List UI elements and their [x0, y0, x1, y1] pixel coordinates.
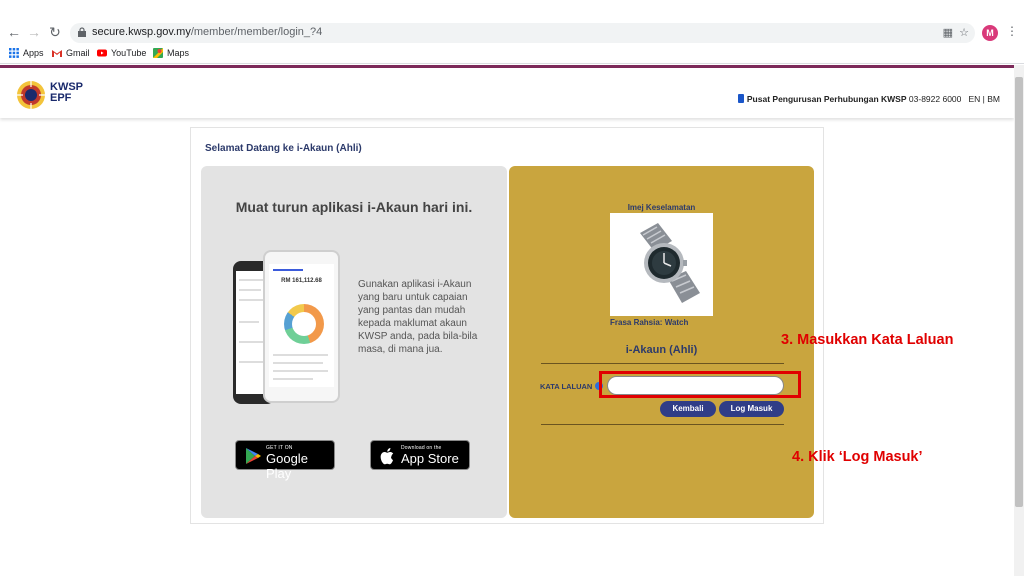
watch-image — [640, 223, 700, 303]
page-scrollbar[interactable] — [1014, 65, 1024, 576]
annotation-step-4: 4. Klik ‘Log Masuk’ — [792, 449, 923, 465]
app-promo-panel: Muat turun aplikasi i-Akaun hari ini. RM… — [201, 166, 507, 518]
bookmark-youtube[interactable]: YouTube — [97, 48, 146, 58]
helpline-label: Pusat Pengurusan Perhubungan KWSP — [746, 94, 907, 104]
translate-icon[interactable]: ▦ — [943, 27, 953, 39]
bookmark-apps[interactable]: Apps — [9, 48, 44, 58]
google-play-badge[interactable]: GET IT ON Google Play — [235, 440, 335, 481]
divider-bottom — [541, 424, 784, 425]
logo-line-epf: EPF — [50, 92, 72, 104]
phone-mockup-front: RM 161,112.68 — [263, 250, 340, 403]
login-button[interactable]: Log Masuk — [719, 401, 784, 417]
back-button[interactable]: Kembali — [660, 401, 716, 417]
password-highlight-box — [599, 371, 801, 398]
lang-bm-link[interactable]: BM — [987, 94, 1000, 104]
page-viewport: KWSP EPF Pusat Pengurusan Perhubungan KW… — [0, 65, 1014, 576]
logo-wordmark: KWSP EPF — [50, 82, 83, 104]
star-icon[interactable]: ☆ — [959, 27, 969, 39]
profile-avatar[interactable]: M — [982, 25, 998, 41]
welcome-heading: Selamat Datang ke i-Akaun (Ahli) — [205, 143, 362, 154]
browser-toolbar: ← → ↻ secure.kwsp.gov.my/member/member/l… — [0, 0, 1024, 44]
bookmark-label: Apps — [23, 48, 44, 58]
app-promo-description: Gunakan aplikasi i-Akaun yang baru untuk… — [358, 279, 478, 355]
reload-icon[interactable]: ↻ — [47, 24, 63, 40]
iakaun-section-title: i-Akaun (Ahli) — [625, 344, 698, 356]
helpline-info: Pusat Pengurusan Perhubungan KWSP 03-892… — [737, 94, 1000, 104]
security-image — [610, 213, 713, 316]
lock-icon — [78, 27, 86, 37]
bookmark-label: Maps — [167, 48, 190, 58]
security-image-label: Imej Keselamatan — [627, 203, 696, 212]
password-label: KATA LALUAN — [540, 382, 593, 391]
bookmark-label: YouTube — [111, 48, 147, 58]
bookmarks-bar: Apps Gmail YouTube Maps — [0, 44, 1024, 64]
annotation-step-3: 3. Masukkan Kata Laluan — [781, 332, 954, 348]
kwsp-logo-icon[interactable] — [16, 80, 46, 110]
google-play-icon — [246, 448, 261, 464]
phone-icon — [737, 94, 744, 103]
divider-top — [541, 363, 784, 364]
back-arrow-icon[interactable]: ← — [6, 24, 22, 40]
lang-separator: | — [982, 94, 985, 104]
lang-en-link[interactable]: EN — [968, 94, 980, 104]
login-panel: Imej Keselamatan Frasa Rahsia: Watch i-A… — [509, 166, 814, 518]
phone-donut-chart — [284, 304, 324, 344]
app-store-big-text: App Store — [401, 451, 459, 466]
login-card: Selamat Datang ke i-Akaun (Ahli) Muat tu… — [190, 127, 824, 524]
secret-phrase: Frasa Rahsia: Watch — [610, 318, 689, 327]
site-header: KWSP EPF Pusat Pengurusan Perhubungan KW… — [0, 68, 1014, 118]
apple-icon — [380, 448, 394, 465]
scrollbar-thumb[interactable] — [1015, 77, 1023, 507]
bookmark-label: Gmail — [66, 48, 90, 58]
url-domain: secure.kwsp.gov.my — [92, 26, 191, 38]
menu-kebab-icon[interactable]: ⋮ — [1006, 24, 1018, 38]
app-promo-title: Muat turun aplikasi i-Akaun hari ini. — [235, 199, 473, 215]
gmail-icon — [52, 50, 62, 57]
helpline-number: 03-8922 6000 — [908, 94, 962, 104]
maps-icon — [153, 48, 163, 58]
bookmark-maps[interactable]: Maps — [153, 48, 189, 58]
youtube-icon — [97, 49, 107, 57]
bookmark-gmail[interactable]: Gmail — [52, 48, 90, 58]
address-bar[interactable]: secure.kwsp.gov.my/member/member/login_?… — [70, 23, 975, 43]
google-play-big-text: Google Play — [266, 451, 308, 481]
forward-arrow-icon[interactable]: → — [26, 24, 42, 40]
phone-balance: RM 161,112.68 — [281, 278, 322, 284]
apps-grid-icon — [9, 48, 19, 58]
url-path: /member/member/login_?4 — [190, 26, 323, 38]
app-store-badge[interactable]: Download on the App Store — [370, 440, 470, 470]
